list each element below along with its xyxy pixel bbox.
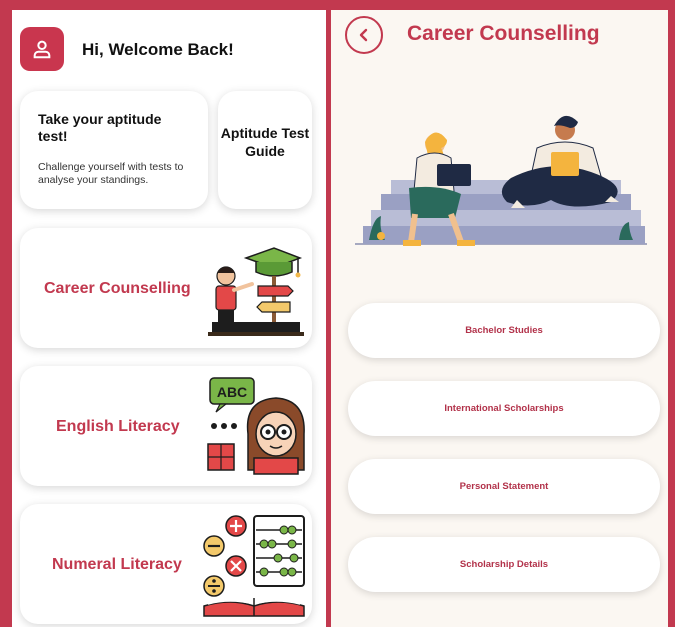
students-studying-illustration [355,115,647,246]
english-literacy-card[interactable]: English Literacy ABC [20,366,312,486]
scholarship-details-label: Scholarship Details [459,559,549,570]
bachelor-studies-button[interactable]: Bachelor Studies [348,303,660,358]
english-literacy-label: English Literacy [56,418,180,435]
chevron-left-icon [359,28,368,42]
career-counselling-card[interactable]: Career Counselling [20,228,312,348]
aptitude-test-title: Take your aptitude test! [38,111,162,144]
numeral-literacy-card[interactable]: Numeral Literacy [20,504,312,624]
bachelor-studies-label: Bachelor Studies [465,325,543,336]
aptitude-guide-label: Aptitude Test Guide [220,125,310,159]
aptitude-test-description: Challenge yourself with tests to analyse… [38,161,184,186]
numeral-literacy-label: Numeral Literacy [52,556,182,573]
profile-avatar[interactable] [20,27,64,71]
aptitude-test-card[interactable]: Take your aptitude test! Challenge yours… [20,91,208,209]
scholarship-details-button[interactable]: Scholarship Details [348,537,660,592]
page-title: Career Counselling [407,22,600,45]
international-scholarships-button[interactable]: International Scholarships [348,381,660,436]
international-scholarships-label: International Scholarships [444,403,564,414]
abc-reading-girl-icon: ABC [207,377,305,475]
abacus-math-icon [203,515,305,617]
svg-text:ABC: ABC [217,384,247,400]
back-button[interactable] [345,16,383,54]
career-counselling-screen: Career Counselling Bachelor Studies Inte… [331,10,668,627]
career-signpost-icon [208,247,304,336]
aptitude-guide-card[interactable]: Aptitude Test Guide [218,91,312,209]
personal-statement-button[interactable]: Personal Statement [348,459,660,514]
user-icon [33,40,51,59]
home-screen: Hi, Welcome Back! Take your aptitude tes… [12,10,326,627]
welcome-heading: Hi, Welcome Back! [82,40,234,59]
personal-statement-label: Personal Statement [459,481,549,492]
career-counselling-label: Career Counselling [44,280,191,297]
